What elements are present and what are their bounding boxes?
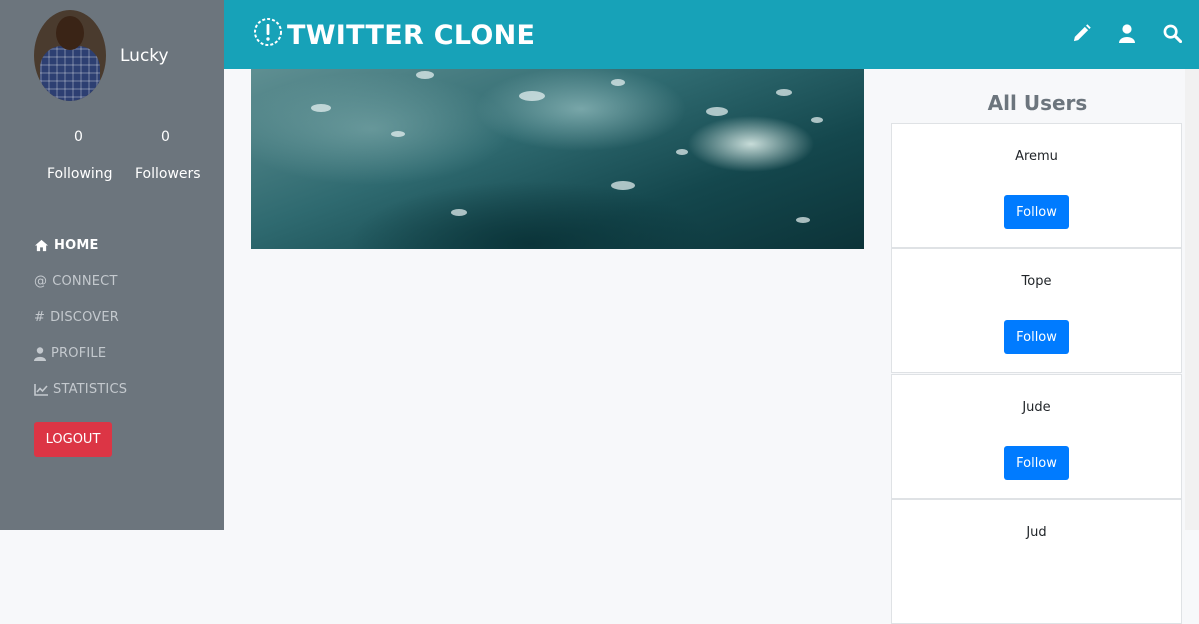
followers-count: 0 (161, 129, 170, 145)
user-icon[interactable] (1119, 24, 1135, 47)
nav-home-label: HOME (54, 238, 99, 253)
banner-bubble (391, 131, 405, 137)
pencil-icon[interactable] (1072, 24, 1091, 47)
following-count: 0 (74, 129, 83, 145)
user-card: Tope Follow (891, 248, 1182, 373)
banner-bubble (796, 217, 810, 223)
avatar-face (56, 16, 84, 50)
avatar-shirt (40, 46, 100, 101)
banner-bubble (676, 149, 688, 155)
user-card: Jude Follow (891, 374, 1182, 499)
user-name[interactable]: Jude (892, 400, 1181, 415)
nav-statistics[interactable]: STATISTICS (34, 382, 127, 397)
user-card: Aremu Follow (891, 123, 1182, 248)
logout-button[interactable]: LOGOUT (34, 422, 112, 457)
user-card: Jud (891, 499, 1182, 624)
followers-label[interactable]: Followers (135, 166, 201, 182)
scrollbar[interactable] (1185, 69, 1199, 530)
nav-home[interactable]: HOME (34, 238, 99, 253)
nav-discover[interactable]: # DISCOVER (34, 310, 119, 325)
at-icon: @ (34, 274, 48, 289)
nav-connect-label: CONNECT (52, 274, 118, 289)
banner-bubble (611, 181, 635, 190)
nav-discover-label: DISCOVER (50, 310, 120, 325)
nav-connect[interactable]: @ CONNECT (34, 274, 118, 289)
nav-statistics-label: STATISTICS (53, 382, 128, 397)
search-icon[interactable] (1163, 24, 1183, 47)
cover-image (251, 69, 864, 249)
top-header: TWITTER CLONE (224, 0, 1199, 69)
chart-icon (34, 383, 48, 396)
home-icon (34, 239, 49, 252)
exclamation-circle-icon (253, 17, 283, 54)
following-label[interactable]: Following (47, 166, 113, 182)
nav-profile-label: PROFILE (51, 346, 107, 361)
brand[interactable]: TWITTER CLONE (253, 17, 535, 54)
brand-title: TWITTER CLONE (287, 20, 536, 51)
all-users-title: All Users (987, 91, 1088, 115)
sidebar: Lucky 0 0 Following Followers HOME @ CON… (0, 0, 224, 530)
follow-button[interactable]: Follow (1004, 446, 1069, 480)
nav-profile[interactable]: PROFILE (34, 346, 106, 361)
follow-button[interactable]: Follow (1004, 320, 1069, 354)
banner-bubble (416, 71, 434, 79)
avatar[interactable] (34, 10, 106, 101)
profile-username: Lucky (120, 46, 169, 66)
user-icon (34, 346, 46, 361)
banner-bubble (519, 91, 545, 101)
follow-button[interactable]: Follow (1004, 195, 1069, 229)
user-name[interactable]: Tope (892, 274, 1181, 289)
user-name[interactable]: Jud (892, 525, 1181, 540)
banner-bubble (611, 79, 625, 86)
banner-bubble (811, 117, 823, 123)
user-name[interactable]: Aremu (892, 149, 1181, 164)
banner-bubble (706, 107, 728, 116)
banner-bubble (776, 89, 792, 96)
banner-bubble (451, 209, 467, 216)
banner-bubble (311, 104, 331, 112)
hash-icon: # (34, 310, 46, 325)
